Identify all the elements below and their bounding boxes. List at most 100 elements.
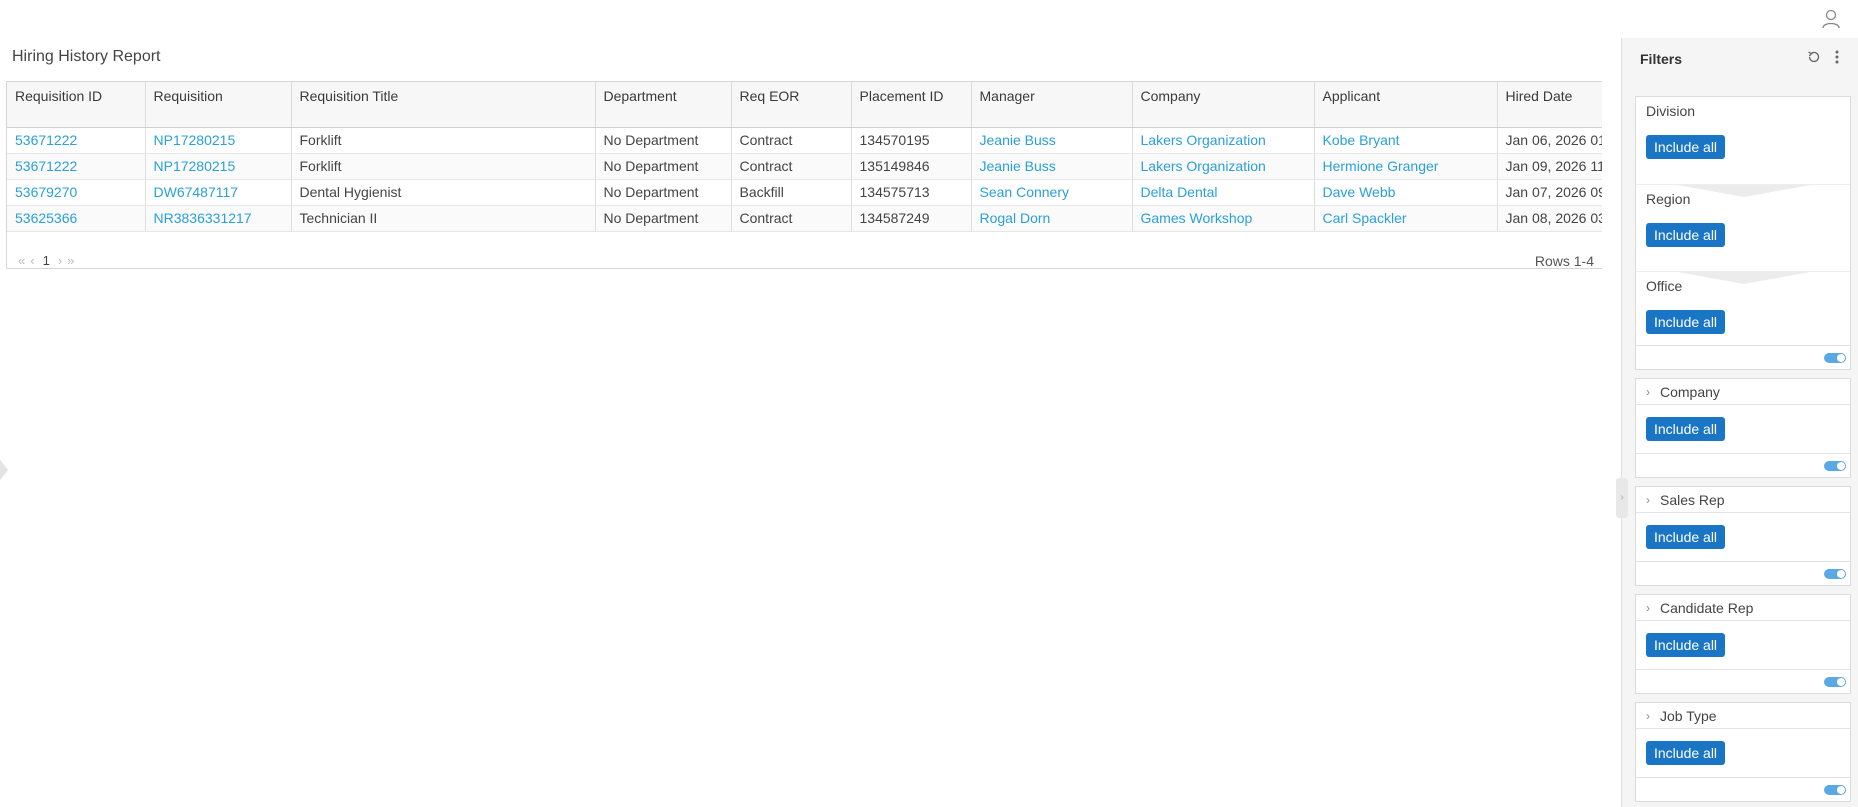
manager-link[interactable]: Jeanie Buss [971, 127, 1133, 154]
division-filter: Division Include all [1636, 97, 1850, 197]
card-footer [1636, 345, 1850, 369]
sales-rep-filter-header[interactable]: › Sales Rep [1636, 487, 1850, 513]
filter-toggle[interactable] [1824, 461, 1846, 471]
location-filter-card: Division Include all Region Include all … [1635, 96, 1851, 370]
column-header-requisition[interactable]: Requisition [145, 82, 292, 128]
requisition-link[interactable]: NP17280215 [145, 153, 292, 180]
table-header-row: Requisition ID Requisition Requisition T… [7, 82, 1602, 128]
sales-rep-filter-card: › Sales Rep Include all [1635, 486, 1851, 586]
company-link[interactable]: Lakers Organization [1132, 153, 1315, 180]
placement-id-cell: 134570195 [851, 127, 972, 154]
filters-title: Filters [1640, 51, 1683, 67]
filters-panel: › Filters Division Include all Region In… [1616, 38, 1858, 807]
department-cell: No Department [595, 127, 732, 154]
filter-toggle[interactable] [1824, 353, 1846, 363]
requisition-id-link[interactable]: 53671222 [7, 127, 146, 154]
collapse-filters-handle[interactable]: › [1616, 478, 1628, 518]
chevron-right-icon: › [1646, 492, 1650, 507]
placement-id-cell: 134587249 [851, 205, 972, 232]
rows-info: Rows 1-4 [1534, 253, 1594, 269]
requisition-id-link[interactable]: 53625366 [7, 205, 146, 232]
requisition-title-cell: Technician II [291, 205, 596, 232]
hired-date-cell: Jan 09, 2026 11:4 [1497, 153, 1602, 180]
manager-link[interactable]: Jeanie Buss [971, 153, 1133, 180]
column-header-company[interactable]: Company [1132, 82, 1315, 128]
region-label: Region [1646, 191, 1691, 207]
hired-date-cell: Jan 08, 2026 03:2 [1497, 205, 1602, 232]
table-row: 53679270 DW67487117 Dental Hygienist No … [7, 179, 1602, 206]
applicant-link[interactable]: Kobe Bryant [1314, 127, 1498, 154]
column-header-req-eor[interactable]: Req EOR [731, 82, 852, 128]
refresh-icon[interactable] [1806, 49, 1822, 70]
office-include-all-button[interactable]: Include all [1646, 310, 1726, 334]
column-header-placement-id[interactable]: Placement ID [851, 82, 972, 128]
req-eor-cell: Backfill [731, 179, 852, 206]
prev-page-button[interactable]: ‹ [30, 253, 34, 268]
chevron-right-icon: › [1646, 600, 1650, 615]
requisition-link[interactable]: NP17280215 [145, 127, 292, 154]
job-type-filter-label: Job Type [1660, 707, 1717, 724]
hired-date-cell: Jan 07, 2026 09:5 [1497, 179, 1602, 206]
hired-date-cell: Jan 06, 2026 01:4 [1497, 127, 1602, 154]
candidate-rep-include-all-button[interactable]: Include all [1646, 633, 1726, 657]
last-page-button[interactable]: » [67, 253, 74, 268]
current-page[interactable]: 1 [40, 253, 53, 268]
chevron-right-icon: › [1646, 384, 1650, 399]
filter-toggle[interactable] [1824, 569, 1846, 579]
job-type-include-all-button[interactable]: Include all [1646, 741, 1726, 765]
req-eor-cell: Contract [731, 127, 852, 154]
filter-toggle[interactable] [1824, 785, 1846, 795]
company-filter-header[interactable]: › Company [1636, 379, 1850, 405]
company-link[interactable]: Games Workshop [1132, 205, 1315, 232]
company-link[interactable]: Delta Dental [1132, 179, 1315, 206]
company-link[interactable]: Lakers Organization [1132, 127, 1315, 154]
table-row: 53671222 NP17280215 Forklift No Departme… [7, 153, 1602, 180]
sales-rep-include-all-button[interactable]: Include all [1646, 525, 1726, 549]
column-header-requisition-id[interactable]: Requisition ID [7, 82, 146, 128]
requisition-link[interactable]: NR3836331217 [145, 205, 292, 232]
req-eor-cell: Contract [731, 205, 852, 232]
sales-rep-filter-label: Sales Rep [1660, 491, 1725, 508]
requisition-title-cell: Forklift [291, 153, 596, 180]
placement-id-cell: 134575713 [851, 179, 972, 206]
job-type-filter-card: › Job Type Include all [1635, 702, 1851, 802]
manager-link[interactable]: Rogal Dorn [971, 205, 1133, 232]
table-row: 53625366 NR3836331217 Technician II No D… [7, 205, 1602, 232]
card-footer [1636, 561, 1850, 585]
filter-toggle[interactable] [1824, 677, 1846, 687]
first-page-button[interactable]: « [18, 253, 25, 268]
column-header-hired-date[interactable]: Hired Date [1497, 82, 1602, 128]
requisition-id-link[interactable]: 53671222 [7, 153, 146, 180]
pagination: « ‹ 1 › » [18, 253, 74, 268]
company-include-all-button[interactable]: Include all [1646, 417, 1726, 441]
card-footer [1636, 669, 1850, 693]
applicant-link[interactable]: Carl Spackler [1314, 205, 1498, 232]
placement-id-cell: 135149846 [851, 153, 972, 180]
column-header-requisition-title[interactable]: Requisition Title [291, 82, 596, 128]
chevron-right-icon: › [1646, 708, 1650, 723]
candidate-rep-filter-header[interactable]: › Candidate Rep [1636, 595, 1850, 621]
column-header-manager[interactable]: Manager [971, 82, 1133, 128]
department-cell: No Department [595, 205, 732, 232]
user-icon[interactable] [1820, 8, 1842, 30]
requisition-id-link[interactable]: 53679270 [7, 179, 146, 206]
division-include-all-button[interactable]: Include all [1646, 135, 1726, 159]
next-page-button[interactable]: › [58, 253, 62, 268]
requisition-link[interactable]: DW67487117 [145, 179, 292, 206]
requisition-title-cell: Dental Hygienist [291, 179, 596, 206]
more-vertical-icon[interactable] [1834, 49, 1840, 70]
report-main: Hiring History Report Requisition ID Req… [0, 38, 1621, 807]
column-header-department[interactable]: Department [595, 82, 732, 128]
req-eor-cell: Contract [731, 153, 852, 180]
division-label: Division [1646, 103, 1696, 119]
department-cell: No Department [595, 153, 732, 180]
applicant-link[interactable]: Dave Webb [1314, 179, 1498, 206]
department-cell: No Department [595, 179, 732, 206]
job-type-filter-header[interactable]: › Job Type [1636, 703, 1850, 729]
column-header-applicant[interactable]: Applicant [1314, 82, 1498, 128]
region-include-all-button[interactable]: Include all [1646, 223, 1726, 247]
office-label: Office [1646, 278, 1683, 294]
applicant-link[interactable]: Hermione Granger [1314, 153, 1498, 180]
report-grid: Requisition ID Requisition Requisition T… [6, 81, 1602, 269]
manager-link[interactable]: Sean Connery [971, 179, 1133, 206]
